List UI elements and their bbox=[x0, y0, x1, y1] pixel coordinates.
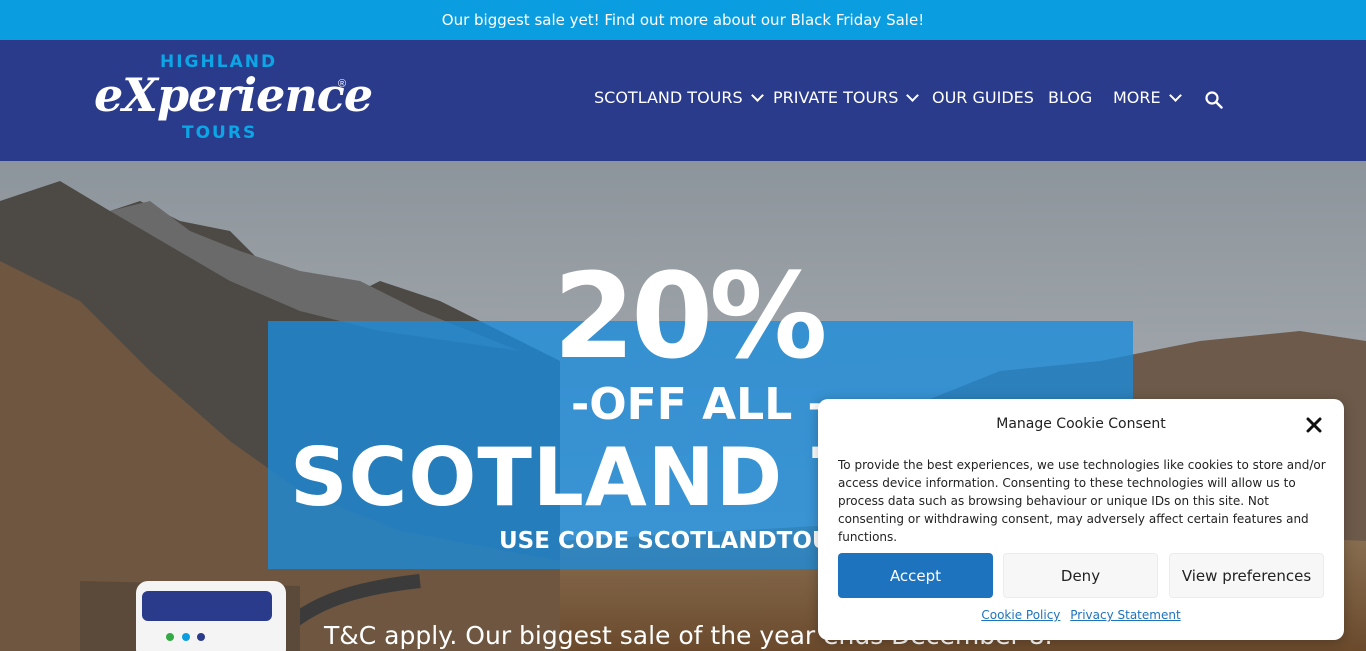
cookie-links: Cookie Policy Privacy Statement bbox=[818, 608, 1344, 622]
nav-item-private-tours[interactable]: PRIVATE TOURS bbox=[773, 88, 920, 107]
close-icon[interactable] bbox=[1306, 417, 1322, 433]
nav-item-label: SCOTLAND TOURS bbox=[594, 88, 743, 107]
announcement-bar: Our biggest sale yet! Find out more abou… bbox=[0, 0, 1366, 40]
cookie-dialog-title: Manage Cookie Consent bbox=[996, 416, 1166, 432]
promo-percent: 20% bbox=[553, 247, 827, 385]
cookie-dialog-text: To provide the best experiences, we use … bbox=[838, 458, 1326, 544]
tour-bus-image bbox=[136, 581, 286, 651]
promo-code: USE CODE SCOTLANDTOUR2 bbox=[499, 528, 865, 554]
nav-item-more[interactable]: MORE bbox=[1113, 88, 1182, 107]
chevron-down-icon bbox=[1168, 88, 1182, 102]
deny-button[interactable]: Deny bbox=[1003, 553, 1158, 598]
announcement-link[interactable]: Our biggest sale yet! Find out more abou… bbox=[442, 11, 924, 29]
nav-item-label: PRIVATE TOURS bbox=[773, 88, 899, 107]
view-preferences-button[interactable]: View preferences bbox=[1169, 553, 1324, 598]
accept-button[interactable]: Accept bbox=[838, 553, 993, 598]
logo-bottom-text: TOURS bbox=[182, 123, 258, 143]
chevron-down-icon bbox=[906, 88, 920, 102]
cookie-consent-dialog: Manage Cookie Consent To provide the bes… bbox=[818, 399, 1344, 640]
promo-off-all: -OFF ALL - bbox=[571, 379, 826, 430]
nav-item-blog[interactable]: BLOG bbox=[1048, 88, 1092, 107]
nav-item-label: BLOG bbox=[1048, 88, 1093, 107]
site-logo[interactable]: HIGHLAND eXperience ® TOURS bbox=[94, 50, 373, 146]
nav-item-scotland-tours[interactable]: SCOTLAND TOURS bbox=[594, 88, 764, 107]
search-icon[interactable] bbox=[1205, 91, 1223, 109]
nav-item-our-guides[interactable]: OUR GUIDES bbox=[932, 88, 1034, 107]
logo-registered-mark: ® bbox=[338, 78, 347, 90]
nav-item-label: OUR GUIDES bbox=[932, 88, 1034, 107]
site-header: HIGHLAND eXperience ® TOURS SCOTLAND TOU… bbox=[0, 40, 1366, 161]
privacy-statement-link[interactable]: Privacy Statement bbox=[1070, 608, 1180, 622]
chevron-down-icon bbox=[750, 88, 764, 102]
logo-script-text: eXperience bbox=[94, 68, 373, 122]
nav-item-label: MORE bbox=[1113, 88, 1161, 107]
cookie-policy-link[interactable]: Cookie Policy bbox=[981, 608, 1060, 622]
promo-scotland-tours: SCOTLAND T bbox=[290, 431, 868, 524]
